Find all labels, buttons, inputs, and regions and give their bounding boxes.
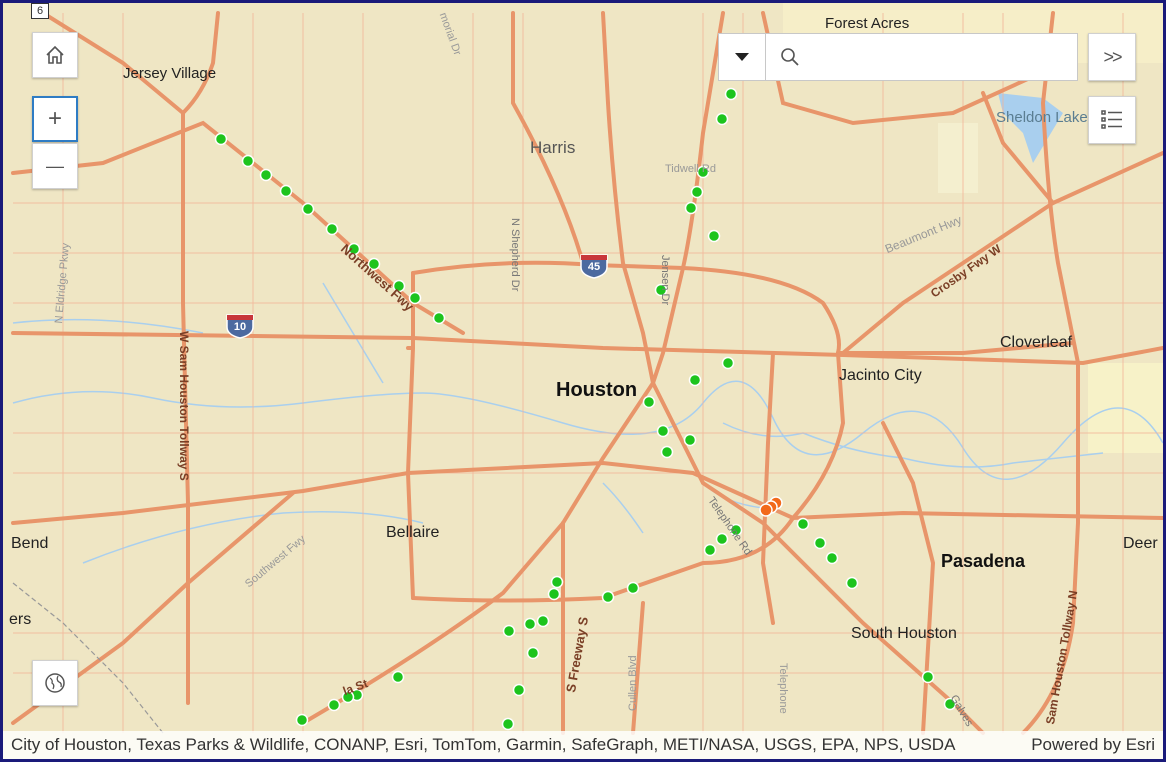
search-source-dropdown[interactable] — [719, 34, 766, 80]
attribution-text[interactable]: City of Houston, Texas Parks & Wildlife,… — [11, 735, 1017, 755]
place-houston: Houston — [556, 379, 638, 401]
place-pasadena: Pasadena — [941, 551, 1026, 571]
map-frame: 10 45 6 Jersey Village Harris Forest Acr… — [0, 0, 1166, 762]
attribution-bar: City of Houston, Texas Parks & Wildlife,… — [3, 731, 1163, 759]
road-telephone-south: Telephone — [777, 663, 789, 714]
place-cloverleaf: Cloverleaf — [1000, 334, 1073, 351]
zoom-out-button[interactable]: — — [32, 143, 78, 189]
place-south-houston: South Houston — [851, 625, 957, 642]
place-jersey-village: Jersey Village — [123, 65, 217, 82]
search-input[interactable] — [808, 47, 1072, 67]
road-n-shepherd: N Shepherd Dr — [509, 218, 521, 292]
globe-icon — [45, 673, 65, 693]
place-ers: ers — [9, 611, 32, 628]
search-widget — [718, 33, 1078, 81]
home-icon — [46, 45, 64, 64]
interstate-10-label: 10 — [233, 321, 247, 333]
road-tidwell: Tidwell Rd — [665, 163, 716, 175]
place-forest-acres: Forest Acres — [825, 15, 910, 32]
place-jacinto-city: Jacinto City — [839, 367, 922, 384]
caret-down-icon — [735, 53, 749, 61]
expand-button[interactable]: >> — [1088, 33, 1136, 81]
road-w-sam-houston: W Sam Houston Tollway S — [177, 331, 191, 481]
place-bellaire: Bellaire — [386, 524, 440, 541]
place-harris: Harris — [530, 138, 576, 157]
home-button[interactable] — [32, 32, 78, 78]
road-jensen: Jensen Dr — [659, 255, 671, 306]
place-deer: Deer — [1123, 535, 1158, 552]
zoom-in-button[interactable]: + — [32, 96, 78, 142]
layer-list-button[interactable] — [1088, 96, 1136, 144]
search-field[interactable] — [766, 34, 1077, 80]
place-bend: Bend — [11, 535, 49, 552]
interstate-45-label: 45 — [587, 261, 601, 273]
route-6-shield: 6 — [31, 3, 49, 19]
layer-list-icon — [1101, 110, 1122, 129]
road-cullen: Cullen Blvd — [627, 655, 639, 711]
basemap-toggle-button[interactable] — [32, 660, 78, 706]
search-icon — [781, 48, 799, 66]
place-sheldon-lake: Sheldon Lake — [996, 109, 1088, 126]
powered-by-esri[interactable]: Powered by Esri — [1017, 735, 1155, 755]
